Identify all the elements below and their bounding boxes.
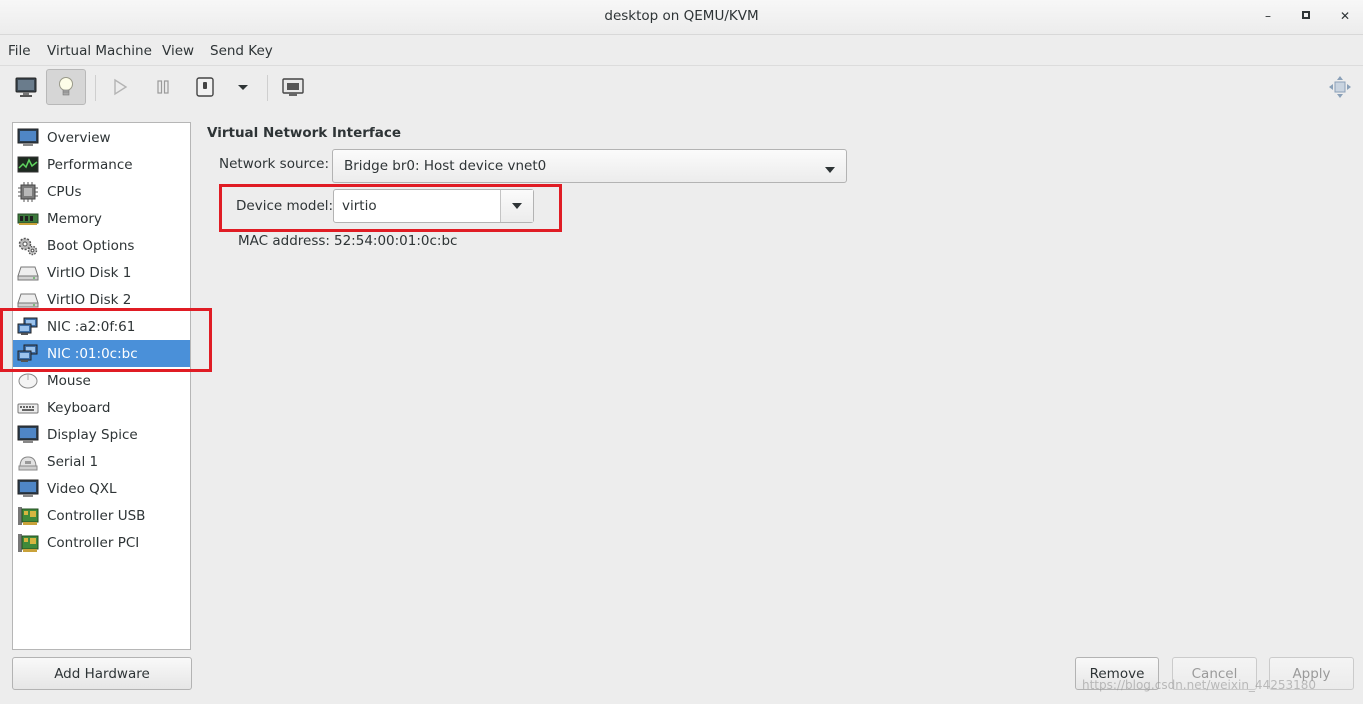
fullscreen-icon[interactable] <box>1320 69 1360 105</box>
hardware-item-mouse[interactable]: Mouse <box>13 367 190 394</box>
maximize-icon[interactable] <box>1296 6 1316 26</box>
hardware-item-display-spice[interactable]: Display Spice <box>13 421 190 448</box>
mac-address-value: 52:54:00:01:0c:bc <box>334 233 458 249</box>
hardware-item-virtio-disk-2[interactable]: VirtIO Disk 2 <box>13 286 190 313</box>
hardware-item-label: Keyboard <box>47 399 111 416</box>
window-title: desktop on QEMU/KVM <box>604 8 759 24</box>
hardware-item-label: NIC :01:0c:bc <box>47 345 138 362</box>
cpu-icon <box>16 181 40 203</box>
hardware-list[interactable]: Overview Performance CPUs Memory Boot Op… <box>12 122 191 650</box>
hardware-item-controller-pci[interactable]: Controller PCI <box>13 529 190 556</box>
menu-virtual-machine[interactable]: Virtual Machine <box>47 43 152 59</box>
details-lightbulb-icon[interactable] <box>46 69 86 105</box>
hardware-item-overview[interactable]: Overview <box>13 124 190 151</box>
network-icon <box>16 316 40 338</box>
snapshots-icon[interactable] <box>273 69 313 105</box>
hardware-item-label: VirtIO Disk 1 <box>47 264 132 281</box>
chevron-down-icon[interactable] <box>501 190 533 222</box>
hardware-item-label: Serial 1 <box>47 453 99 470</box>
hardware-item-nic-01-0c-bc[interactable]: NIC :01:0c:bc <box>13 340 190 367</box>
pause-icon[interactable] <box>143 69 183 105</box>
memory-icon <box>16 208 40 230</box>
device-model-combo[interactable]: virtio <box>333 189 534 223</box>
watermark: https://blog.csdn.net/weixin_44253180 <box>1082 678 1317 692</box>
monitor-icon <box>16 127 40 149</box>
mac-address-label: MAC address: <box>238 233 330 249</box>
hardware-item-label: Boot Options <box>47 237 135 254</box>
network-icon <box>16 343 40 365</box>
hardware-item-keyboard[interactable]: Keyboard <box>13 394 190 421</box>
shutdown-menu-chevron-icon[interactable] <box>223 69 263 105</box>
hardware-item-label: Memory <box>47 210 102 227</box>
hardware-item-controller-usb[interactable]: Controller USB <box>13 502 190 529</box>
menu-send-key[interactable]: Send Key <box>210 43 273 59</box>
title-bar: desktop on QEMU/KVM – ✕ <box>0 0 1363 35</box>
toolbar <box>0 66 1363 112</box>
add-hardware-button[interactable]: Add Hardware <box>12 657 192 690</box>
hardware-item-label: Controller USB <box>47 507 146 524</box>
network-source-label: Network source: <box>219 156 330 172</box>
menu-view[interactable]: View <box>162 43 194 59</box>
hardware-item-label: VirtIO Disk 2 <box>47 291 132 308</box>
hardware-item-label: Video QXL <box>47 480 117 497</box>
device-model-value[interactable]: virtio <box>342 198 377 214</box>
close-icon[interactable]: ✕ <box>1335 6 1355 26</box>
device-model-label: Device model: <box>236 198 334 214</box>
network-source-value: Bridge br0: Host device vnet0 <box>344 158 547 174</box>
network-source-combo[interactable]: Bridge br0: Host device vnet0 <box>332 149 847 183</box>
disk-icon <box>16 289 40 311</box>
hardware-item-label: Mouse <box>47 372 91 389</box>
hardware-item-label: CPUs <box>47 183 82 200</box>
minimize-icon[interactable]: – <box>1258 6 1278 26</box>
controller-icon <box>16 505 40 527</box>
hardware-item-performance[interactable]: Performance <box>13 151 190 178</box>
hardware-item-memory[interactable]: Memory <box>13 205 190 232</box>
keyboard-icon <box>16 397 40 419</box>
serial-icon <box>16 451 40 473</box>
shutdown-icon[interactable] <box>185 69 225 105</box>
hardware-item-video-qxl[interactable]: Video QXL <box>13 475 190 502</box>
disk-icon <box>16 262 40 284</box>
console-icon[interactable] <box>6 69 46 105</box>
hardware-item-label: NIC :a2:0f:61 <box>47 318 136 335</box>
toolbar-separator <box>267 75 268 101</box>
hardware-item-boot-options[interactable]: Boot Options <box>13 232 190 259</box>
toolbar-separator <box>95 75 96 101</box>
mouse-icon <box>16 370 40 392</box>
menu-bar: File Virtual Machine View Send Key <box>0 35 1363 66</box>
display-icon <box>16 424 40 446</box>
run-icon[interactable] <box>100 69 140 105</box>
hardware-item-nic-a2-0f-61[interactable]: NIC :a2:0f:61 <box>13 313 190 340</box>
hardware-item-cpus[interactable]: CPUs <box>13 178 190 205</box>
hardware-item-label: Display Spice <box>47 426 138 443</box>
section-title: Virtual Network Interface <box>207 125 402 141</box>
hardware-item-label: Controller PCI <box>47 534 140 551</box>
hardware-item-label: Overview <box>47 129 111 146</box>
hardware-item-label: Performance <box>47 156 133 173</box>
hardware-item-serial-1[interactable]: Serial 1 <box>13 448 190 475</box>
chevron-down-icon <box>824 162 836 178</box>
hardware-item-virtio-disk-1[interactable]: VirtIO Disk 1 <box>13 259 190 286</box>
gears-icon <box>16 235 40 257</box>
controller-icon <box>16 532 40 554</box>
menu-file[interactable]: File <box>8 43 31 59</box>
performance-graph-icon <box>16 154 40 176</box>
video-icon <box>16 478 40 500</box>
